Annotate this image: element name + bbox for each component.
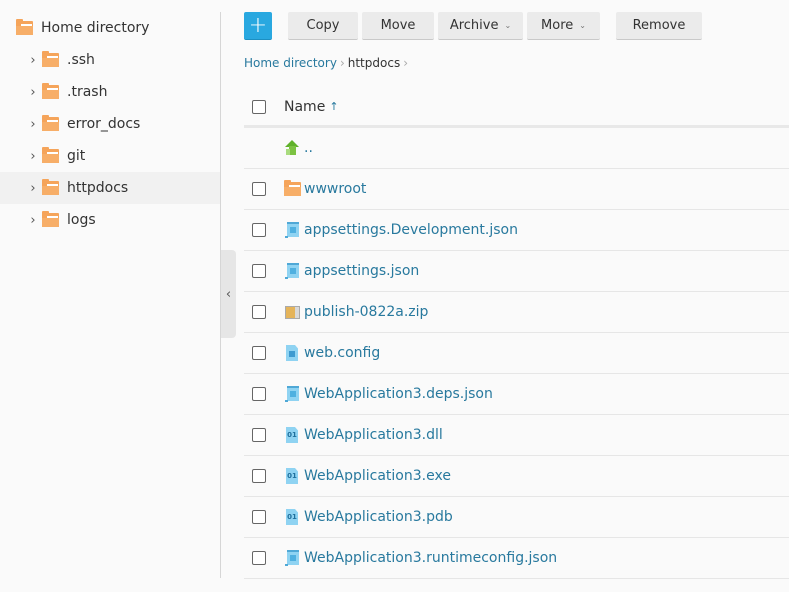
- folder-icon: [16, 19, 33, 35]
- tree-item-git[interactable]: › git: [0, 140, 220, 172]
- chevron-right-icon[interactable]: ›: [28, 85, 38, 100]
- folder-icon: [284, 180, 301, 196]
- chevron-right-icon[interactable]: ›: [28, 149, 38, 164]
- chevron-right-icon[interactable]: ›: [28, 117, 38, 132]
- file-name-link[interactable]: appsettings.json: [304, 263, 419, 279]
- file-name-link[interactable]: WebApplication3.runtimeconfig.json: [304, 550, 557, 566]
- json-file-icon: [285, 263, 299, 279]
- row-checkbox[interactable]: [252, 264, 266, 278]
- file-name-link[interactable]: WebApplication3.dll: [304, 427, 443, 443]
- chevron-down-icon: ⌄: [504, 21, 512, 30]
- folder-icon: [42, 115, 59, 131]
- tree-root-label: Home directory: [41, 20, 150, 36]
- row-checkbox[interactable]: [252, 346, 266, 360]
- tree-item-error-docs[interactable]: › error_docs: [0, 108, 220, 140]
- binary-file-icon: 01: [286, 427, 298, 443]
- folder-icon: [42, 83, 59, 99]
- up-arrow-icon: [284, 140, 300, 156]
- tree-item-logs[interactable]: › logs: [0, 204, 220, 236]
- table-row[interactable]: 01 WebApplication3.dll: [244, 415, 789, 456]
- table-row[interactable]: WebApplication3.runtimeconfig.json: [244, 538, 789, 579]
- table-row[interactable]: web.config: [244, 333, 789, 374]
- folder-icon: [42, 147, 59, 163]
- tree-item-label: .trash: [67, 84, 108, 100]
- file-name-link[interactable]: WebApplication3.deps.json: [304, 386, 493, 402]
- folder-icon: [42, 179, 59, 195]
- tree-item-label: git: [67, 148, 86, 164]
- name-column-header[interactable]: Name ↑: [284, 99, 339, 115]
- row-checkbox[interactable]: [252, 510, 266, 524]
- folder-icon: [42, 211, 59, 227]
- file-name-link[interactable]: web.config: [304, 345, 380, 361]
- collapse-sidebar-button[interactable]: ‹: [221, 250, 236, 338]
- file-table: Name ↑ .. wwwroot appsettings.Development…: [244, 88, 789, 579]
- more-dropdown-button[interactable]: More ⌄: [527, 12, 600, 40]
- table-row[interactable]: wwwroot: [244, 169, 789, 210]
- tree-item-ssh[interactable]: › .ssh: [0, 44, 220, 76]
- json-file-icon: [285, 550, 299, 566]
- tree-item-trash[interactable]: › .trash: [0, 76, 220, 108]
- table-row[interactable]: WebApplication3.deps.json: [244, 374, 789, 415]
- breadcrumb-home-directory[interactable]: Home directory: [244, 56, 337, 70]
- folder-icon: [42, 51, 59, 67]
- config-file-icon: [286, 345, 298, 361]
- file-name-link[interactable]: WebApplication3.pdb: [304, 509, 453, 525]
- breadcrumb: Home directory › httpdocs ›: [244, 56, 411, 70]
- row-checkbox[interactable]: [252, 551, 266, 565]
- row-checkbox[interactable]: [252, 223, 266, 237]
- breadcrumb-separator-icon: ›: [403, 56, 409, 70]
- sort-ascending-icon: ↑: [329, 100, 339, 113]
- more-label: More: [541, 18, 574, 33]
- chevron-right-icon[interactable]: ›: [28, 213, 38, 228]
- binary-file-icon: 01: [286, 468, 298, 484]
- chevron-right-icon[interactable]: ›: [28, 53, 38, 68]
- name-column-label: Name: [284, 98, 326, 115]
- add-button[interactable]: +: [244, 12, 272, 40]
- row-checkbox[interactable]: [252, 182, 266, 196]
- table-row[interactable]: appsettings.Development.json: [244, 210, 789, 251]
- select-all-checkbox[interactable]: [252, 99, 266, 114]
- file-manager: Home directory › .ssh › .trash › error_docs › g…: [0, 0, 789, 592]
- archive-label: Archive: [449, 18, 499, 33]
- chevron-right-icon[interactable]: ›: [28, 181, 38, 196]
- tree-item-label: httpdocs: [67, 180, 129, 196]
- tree-list: › .ssh › .trash › error_docs › git › httpdocs › log…: [0, 44, 220, 236]
- table-row[interactable]: 01 WebApplication3.exe: [244, 456, 789, 497]
- parent-directory-link[interactable]: ..: [304, 140, 313, 156]
- tree-item-label: logs: [67, 212, 96, 228]
- plus-icon: +: [248, 13, 268, 38]
- row-checkbox[interactable]: [252, 305, 266, 319]
- move-button[interactable]: Move: [362, 12, 434, 40]
- file-name-link[interactable]: publish-0822a.zip: [304, 304, 428, 320]
- zip-file-icon: [284, 305, 300, 319]
- row-checkbox[interactable]: [252, 387, 266, 401]
- breadcrumb-httpdocs: httpdocs: [347, 56, 401, 70]
- binary-file-icon: 01: [286, 509, 298, 525]
- parent-directory-row[interactable]: ..: [244, 128, 789, 169]
- archive-dropdown-button[interactable]: Archive ⌄: [438, 12, 523, 40]
- table-header: Name ↑: [244, 88, 789, 128]
- tree-item-label: error_docs: [67, 116, 141, 132]
- remove-button[interactable]: Remove: [616, 12, 702, 40]
- table-row[interactable]: publish-0822a.zip: [244, 292, 789, 333]
- chevron-left-icon: ‹: [225, 286, 232, 302]
- chevron-down-icon: ⌄: [579, 21, 586, 30]
- tree-item-httpdocs[interactable]: › httpdocs: [0, 172, 220, 204]
- file-name-link[interactable]: appsettings.Development.json: [304, 222, 518, 238]
- copy-button[interactable]: Copy: [288, 12, 358, 40]
- json-file-icon: [285, 386, 299, 402]
- table-row[interactable]: appsettings.json: [244, 251, 789, 292]
- row-checkbox[interactable]: [252, 469, 266, 483]
- row-checkbox[interactable]: [252, 428, 266, 442]
- table-body: wwwroot appsettings.Development.json appse…: [244, 169, 789, 579]
- file-name-link[interactable]: WebApplication3.exe: [304, 468, 451, 484]
- file-name-link[interactable]: wwwroot: [304, 181, 366, 197]
- tree-item-label: .ssh: [67, 52, 95, 68]
- table-row[interactable]: 01 WebApplication3.pdb: [244, 497, 789, 538]
- tree-root-home-directory[interactable]: Home directory: [0, 12, 220, 44]
- breadcrumb-separator-icon: ›: [339, 56, 345, 70]
- json-file-icon: [285, 222, 299, 238]
- directory-tree: Home directory › .ssh › .trash › error_docs › g…: [0, 0, 220, 592]
